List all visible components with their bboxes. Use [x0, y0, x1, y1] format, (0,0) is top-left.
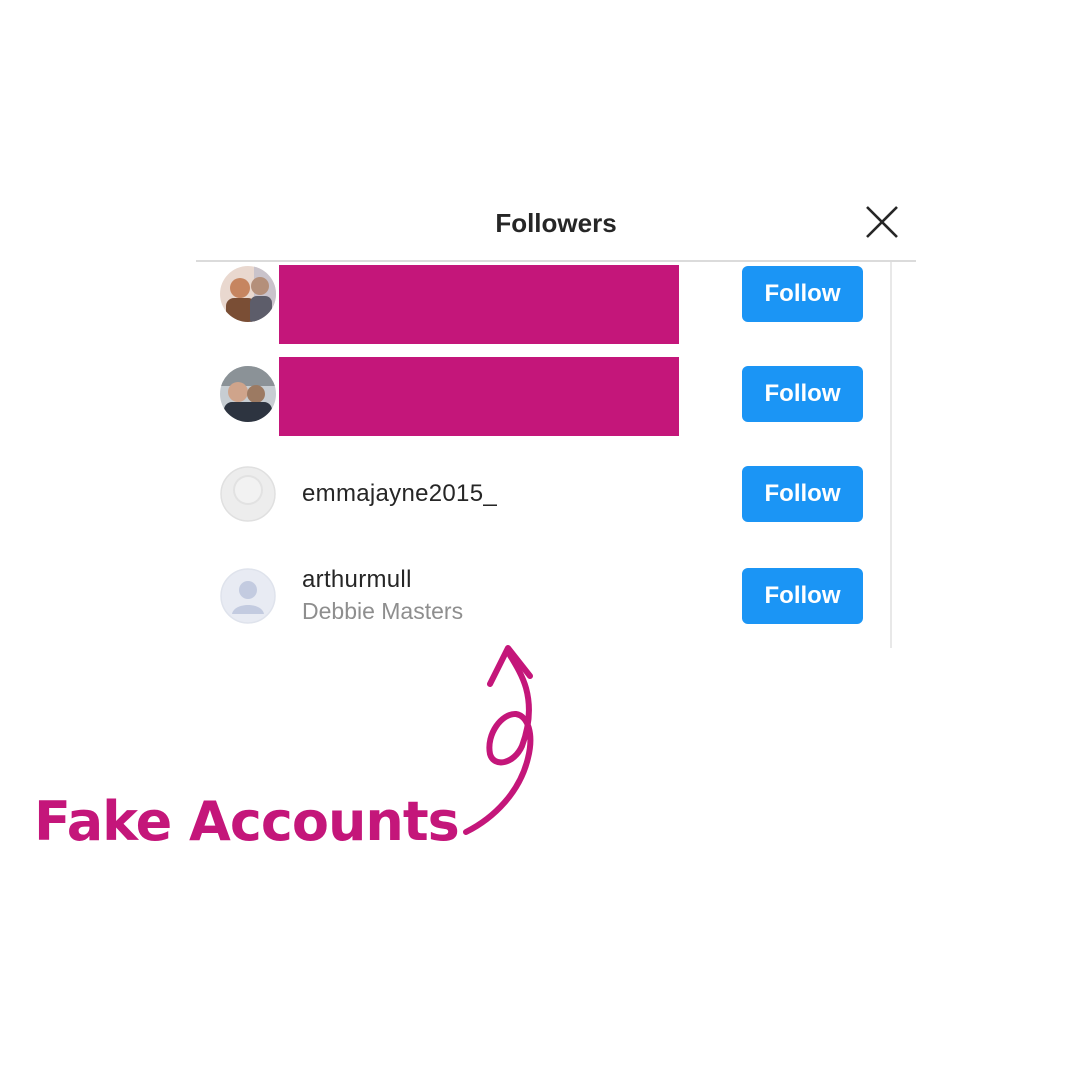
curly-arrow-icon — [463, 645, 534, 835]
close-button[interactable] — [860, 200, 904, 244]
dialog-title: Followers — [495, 208, 617, 238]
avatar[interactable] — [220, 366, 276, 422]
avatar[interactable] — [220, 266, 276, 322]
follow-button[interactable]: Follow — [742, 366, 863, 422]
list-item[interactable]: emmajayne2015_ Follow — [196, 452, 886, 542]
follow-button[interactable]: Follow — [742, 568, 863, 624]
avatar[interactable] — [220, 466, 276, 522]
default-avatar-icon — [220, 568, 276, 624]
close-icon — [866, 206, 898, 238]
follow-button[interactable]: Follow — [742, 466, 863, 522]
redacted-name — [279, 265, 679, 344]
avatar[interactable] — [220, 568, 276, 624]
followers-dialog: Followers Follow Follow emmajayne2015_ F… — [196, 190, 916, 648]
full-name: Debbie Masters — [302, 598, 464, 624]
annotation-label: Fake Accounts — [34, 790, 460, 853]
redacted-name — [279, 357, 679, 436]
list-item[interactable]: Follow — [196, 252, 886, 344]
scrollbar[interactable] — [890, 262, 892, 648]
default-avatar-icon — [220, 466, 276, 522]
list-item[interactable]: Follow — [196, 352, 886, 442]
follow-button[interactable]: Follow — [742, 266, 863, 322]
username[interactable]: arthurmull — [302, 566, 412, 594]
username[interactable]: emmajayne2015_ — [302, 480, 497, 508]
